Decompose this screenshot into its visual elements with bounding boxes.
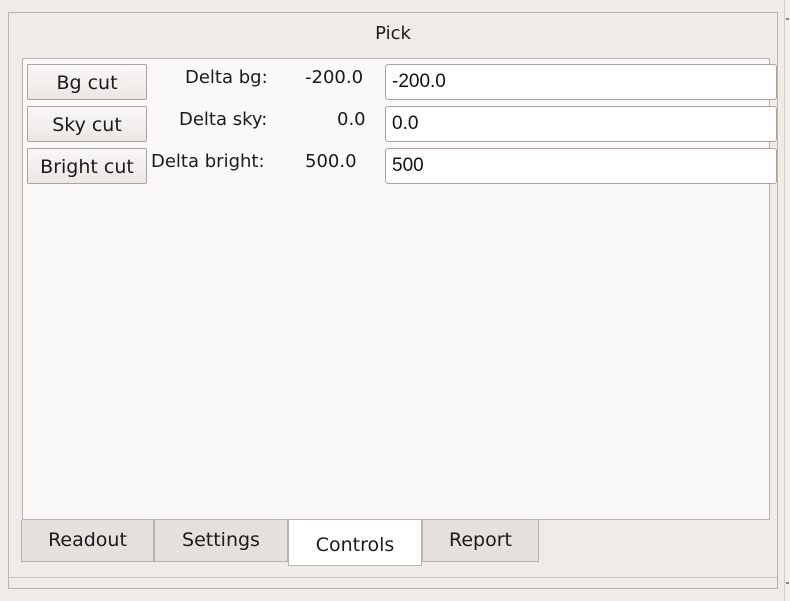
delta-bg-input[interactable] — [385, 64, 777, 100]
tab-readout[interactable]: Readout — [21, 520, 154, 562]
delta-bg-label: Delta bg: — [185, 67, 268, 88]
status-divider — [9, 577, 777, 578]
tab-settings[interactable]: Settings — [154, 520, 288, 562]
controls-panel: Bg cut Delta bg: -200.0 Sky cut Delta sk… — [22, 58, 777, 520]
bg-cut-button[interactable]: Bg cut — [27, 64, 147, 100]
scroll-up-arrow-icon[interactable] — [786, 18, 789, 20]
bright-cut-button[interactable]: Bright cut — [27, 148, 147, 184]
delta-bright-value: 500.0 — [305, 151, 357, 172]
delta-sky-label: Delta sky: — [179, 109, 268, 130]
bright-cut-row: Bright cut Delta bright: 500.0 — [23, 147, 777, 185]
delta-bg-value: -200.0 — [305, 67, 364, 88]
scroll-down-arrow-icon[interactable] — [786, 582, 789, 584]
sky-cut-button[interactable]: Sky cut — [27, 106, 147, 142]
sky-cut-row: Sky cut Delta sky: 0.0 — [23, 105, 777, 143]
bg-cut-row: Bg cut Delta bg: -200.0 — [23, 63, 777, 101]
pick-pane: Pick Bg cut Delta bg: -200.0 Sky cut Del… — [8, 12, 778, 589]
tab-controls[interactable]: Controls — [288, 520, 422, 566]
pick-window: Pick Bg cut Delta bg: -200.0 Sky cut Del… — [0, 0, 790, 601]
pane-title: Pick — [375, 23, 411, 44]
tab-bar: Readout Settings Controls Report — [21, 520, 771, 566]
delta-bright-input[interactable] — [385, 148, 777, 184]
delta-bright-label: Delta bright: — [151, 151, 265, 172]
tab-report[interactable]: Report — [422, 520, 539, 562]
delta-sky-input[interactable] — [385, 106, 777, 142]
delta-sky-value: 0.0 — [337, 109, 366, 130]
scrollbar[interactable] — [784, 0, 790, 601]
